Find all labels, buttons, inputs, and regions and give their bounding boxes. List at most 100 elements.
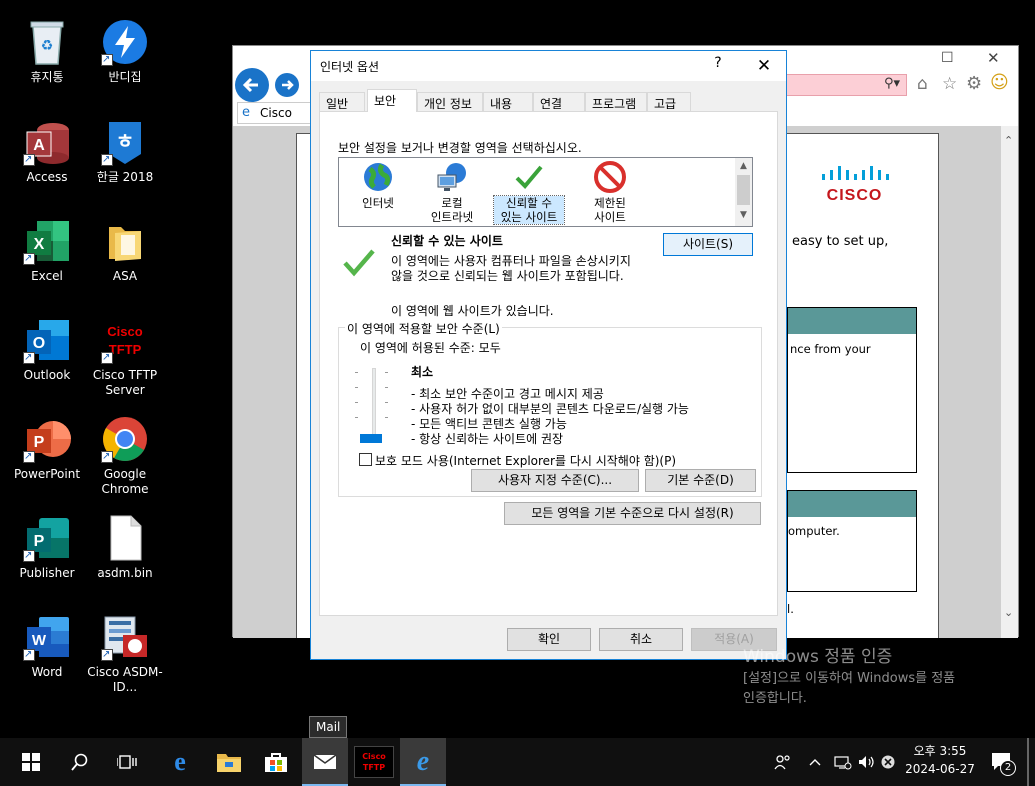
- ie-scrollbar[interactable]: ⌃ ⌄: [1001, 126, 1018, 638]
- protected-mode-checkbox[interactable]: [359, 453, 372, 466]
- tab-security[interactable]: 보안: [367, 89, 417, 112]
- zone-sites-note: 이 영역에 웹 사이트가 있습니다.: [391, 304, 554, 318]
- zone-trusted-sites[interactable]: 신뢰할 수 있는 사이트: [493, 160, 565, 225]
- security-level-slider[interactable]: [355, 368, 395, 448]
- desktop-icon-publisher[interactable]: P Publisher: [8, 514, 86, 581]
- zone-list[interactable]: 인터넷 로컬 인트라넷 신뢰할 수 있는 사이트 제한된 사이트 ▲ ▼: [338, 157, 753, 227]
- desktop-icon-excel[interactable]: X Excel: [8, 217, 86, 284]
- desktop-icon-cisco-asdm[interactable]: Cisco ASDM-ID...: [86, 613, 164, 695]
- taskbar-edge[interactable]: e: [157, 738, 203, 786]
- tab-advanced[interactable]: 고급: [647, 92, 691, 111]
- search-icon: [71, 753, 88, 771]
- people-icon[interactable]: [770, 738, 794, 786]
- level-name: 최소: [411, 365, 434, 379]
- ie-favicon-icon: e: [242, 105, 250, 120]
- reset-all-zones-button[interactable]: 모든 영역을 기본 수준으로 다시 설정(R): [504, 502, 761, 525]
- close-icon[interactable]: ✕: [987, 49, 1000, 67]
- slider-thumb[interactable]: [360, 434, 382, 443]
- content-box-header: [788, 308, 916, 334]
- gear-icon[interactable]: ⚙: [966, 73, 982, 94]
- desktop-icon-asdm-bin[interactable]: asdm.bin: [86, 514, 164, 581]
- dialog-titlebar: 인터넷 옵션 ? ✕: [311, 51, 786, 81]
- default-level-button[interactable]: 기본 수준(D): [645, 469, 756, 492]
- cancel-button[interactable]: 취소: [599, 628, 683, 651]
- chevron-down-icon[interactable]: ▼: [735, 210, 752, 220]
- custom-level-button[interactable]: 사용자 지정 수준(C)...: [471, 469, 639, 492]
- task-view-button[interactable]: [104, 738, 150, 786]
- clock[interactable]: 오후 3:55 2024-06-27: [900, 742, 980, 778]
- arrow-right-icon: [282, 80, 294, 90]
- maximize-icon[interactable]: ☐: [941, 50, 954, 66]
- address-bar[interactable]: ⚲▾: [786, 74, 907, 96]
- close-button[interactable]: ✕: [741, 52, 787, 80]
- desktop-icon-chrome[interactable]: Google Chrome: [86, 415, 164, 497]
- publisher-icon: P: [23, 514, 71, 563]
- svg-text:P: P: [34, 533, 45, 550]
- back-button[interactable]: [235, 68, 269, 102]
- zone-local-intranet[interactable]: 로컬 인트라넷: [417, 160, 487, 224]
- svg-text:♻: ♻: [41, 38, 54, 54]
- show-hidden-icons-chevron-up-icon[interactable]: [806, 738, 824, 786]
- shortcut-arrow-icon: [23, 251, 35, 266]
- tab-content[interactable]: 내용: [483, 92, 533, 111]
- desktop-icon-bandizip[interactable]: 반디집: [86, 18, 164, 85]
- shortcut-arrow-icon: [101, 152, 113, 167]
- zone-restricted-sites[interactable]: 제한된 사이트: [575, 160, 645, 224]
- desktop-icon-label: Cisco ASDM-ID...: [87, 665, 163, 694]
- chevron-down-icon[interactable]: ⌄: [1004, 606, 1013, 619]
- desktop-icon-asa[interactable]: ASA: [86, 217, 164, 284]
- taskbar-store[interactable]: [253, 738, 299, 786]
- forward-button[interactable]: [275, 73, 299, 97]
- zone-label: 로컬 인트라넷: [430, 196, 474, 224]
- no-connection-icon[interactable]: [878, 738, 898, 786]
- shortcut-arrow-icon: [23, 152, 35, 167]
- network-icon[interactable]: [832, 738, 854, 786]
- shortcut-arrow-icon: [23, 548, 35, 563]
- search-button[interactable]: [57, 738, 103, 786]
- taskbar-internet-explorer[interactable]: e: [400, 738, 446, 786]
- desktop-icon-word[interactable]: W Word: [8, 613, 86, 680]
- browser-tab[interactable]: e Cisco ASD: [237, 102, 311, 140]
- help-button[interactable]: ?: [707, 55, 729, 71]
- desktop-icon-label: asdm.bin: [97, 566, 153, 580]
- start-button[interactable]: [8, 738, 54, 786]
- taskbar-cisco-tftp[interactable]: Cisco TFTP: [351, 738, 397, 786]
- desktop-icon-hangul[interactable]: ㅎ 한글 2018: [86, 118, 164, 185]
- show-desktop-button[interactable]: [1027, 738, 1029, 786]
- taskbar-mail[interactable]: [302, 738, 348, 786]
- desktop-icon-label: PowerPoint: [13, 467, 81, 481]
- tab-programs[interactable]: 프로그램: [585, 92, 647, 111]
- mail-envelope-icon: [313, 754, 337, 769]
- content-box: nce from your: [787, 307, 917, 473]
- chevron-up-icon[interactable]: ⌃: [1004, 134, 1013, 147]
- svg-text:W: W: [32, 632, 47, 649]
- search-icon: ⚲▾: [883, 76, 900, 91]
- desktop-icon-powerpoint[interactable]: P PowerPoint: [8, 415, 86, 482]
- tab-connections[interactable]: 연결: [533, 92, 585, 111]
- smiley-feedback-icon[interactable]: ☺: [990, 72, 1009, 93]
- home-icon[interactable]: ⌂: [917, 74, 928, 94]
- ok-button[interactable]: 확인: [507, 628, 591, 651]
- volume-icon[interactable]: [856, 738, 878, 786]
- tab-general[interactable]: 일반: [319, 92, 365, 111]
- activation-watermark-text: 인증합니다.: [743, 691, 807, 706]
- desktop-icon-recycle-bin[interactable]: ♻ 휴지통: [8, 18, 86, 85]
- desktop-icon-access[interactable]: A Access: [8, 118, 86, 185]
- scrollbar-thumb[interactable]: [737, 175, 750, 205]
- desktop-icon-outlook[interactable]: O Outlook: [8, 316, 86, 383]
- action-center-button[interactable]: 2: [986, 738, 1016, 786]
- shortcut-arrow-icon: [23, 449, 35, 464]
- desktop-icon-label: 휴지통: [30, 70, 64, 84]
- chevron-up-icon[interactable]: ▲: [735, 161, 752, 171]
- group-label: 이 영역에 적용할 보안 수준(L): [345, 320, 502, 337]
- desktop-icon-cisco-tftp[interactable]: Cisco TFTP Cisco TFTP Server: [86, 316, 164, 398]
- taskbar-file-explorer[interactable]: [206, 738, 252, 786]
- sites-button[interactable]: 사이트(S): [663, 233, 753, 256]
- svg-text:Cisco: Cisco: [107, 324, 142, 339]
- cisco-tftp-icon: Cisco TFTP: [354, 746, 394, 778]
- favorites-star-icon[interactable]: ☆: [942, 74, 957, 94]
- tab-privacy[interactable]: 개인 정보: [417, 92, 483, 111]
- chrome-icon: [101, 415, 149, 464]
- zone-internet[interactable]: 인터넷: [343, 160, 413, 210]
- zone-scrollbar[interactable]: ▲ ▼: [735, 158, 752, 226]
